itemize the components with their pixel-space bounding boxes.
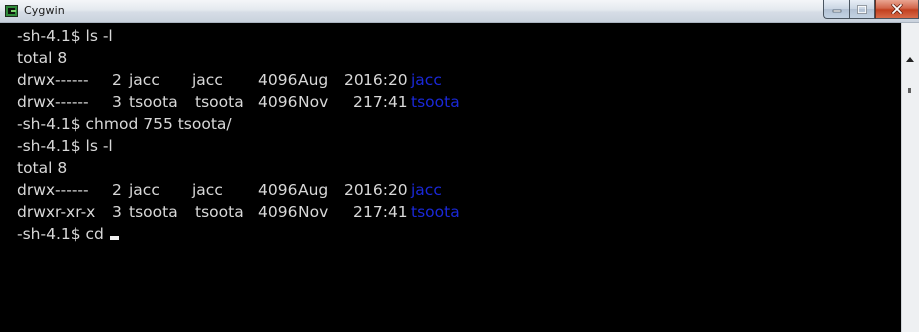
- scroll-thumb[interactable]: [908, 88, 911, 93]
- file-size: 4096: [258, 93, 298, 111]
- link-count: 3: [112, 93, 122, 111]
- terminal-line: total 8: [17, 157, 901, 179]
- owner: jacc: [129, 181, 160, 199]
- file-size: 4096: [258, 71, 298, 89]
- title-bar[interactable]: Cygwin: [0, 0, 919, 23]
- terminal-output[interactable]: -sh-4.1$ ls -l total 8 drwx------ 2 jacc…: [0, 23, 901, 332]
- permissions: drwx------: [17, 181, 89, 199]
- month: Aug: [298, 181, 329, 199]
- month: Aug: [298, 71, 329, 89]
- group: tsoota: [195, 93, 244, 111]
- minimize-icon: [832, 9, 841, 13]
- directory-name: jacc: [411, 71, 442, 89]
- listing-row: drwx------ 2 jacc jacc 4096 Aug 20 16:20…: [17, 69, 901, 91]
- day: 2: [353, 203, 363, 221]
- owner: tsoota: [129, 93, 178, 111]
- group: jacc: [192, 181, 223, 199]
- permissions: drwx------: [17, 71, 89, 89]
- directory-name: tsoota: [411, 203, 460, 221]
- directory-name: jacc: [411, 181, 442, 199]
- file-size: 4096: [258, 181, 298, 199]
- listing-row: drwx------ 3 tsoota tsoota 4096 Nov 2 17…: [17, 91, 901, 113]
- cygwin-icon: [5, 5, 18, 17]
- owner: tsoota: [129, 203, 178, 221]
- output-text: total 8: [17, 49, 68, 67]
- group: jacc: [192, 71, 223, 89]
- maximize-button[interactable]: [849, 0, 875, 19]
- directory-name: tsoota: [411, 93, 460, 111]
- month: Nov: [298, 93, 329, 111]
- time: 16:20: [363, 71, 408, 89]
- time: 17:41: [363, 93, 408, 111]
- maximize-icon: [857, 4, 867, 14]
- link-count: 3: [112, 203, 122, 221]
- command-text: -sh-4.1$ chmod 755 tsoota/: [17, 115, 232, 133]
- terminal-line: -sh-4.1$ ls -l: [17, 25, 901, 47]
- permissions: drwx------: [17, 93, 89, 111]
- command-text: -sh-4.1$ cd: [17, 225, 109, 243]
- text-cursor: [109, 236, 119, 240]
- listing-row: drwx------ 2 jacc jacc 4096 Aug 20 16:20…: [17, 179, 901, 201]
- terminal-line: -sh-4.1$ ls -l: [17, 135, 901, 157]
- day: 2: [353, 93, 363, 111]
- command-text: -sh-4.1$ ls -l: [17, 27, 113, 45]
- terminal-line: -sh-4.1$ chmod 755 tsoota/: [17, 113, 901, 135]
- day: 20: [344, 181, 364, 199]
- owner: jacc: [129, 71, 160, 89]
- permissions: drwxr-xr-x: [17, 203, 96, 221]
- close-button[interactable]: [875, 0, 919, 19]
- time: 17:41: [363, 203, 408, 221]
- time: 16:20: [363, 181, 408, 199]
- terminal-line: total 8: [17, 47, 901, 69]
- output-text: total 8: [17, 159, 68, 177]
- month: Nov: [298, 203, 329, 221]
- command-text: -sh-4.1$ ls -l: [17, 137, 113, 155]
- link-count: 2: [112, 181, 122, 199]
- window-title: Cygwin: [24, 4, 65, 17]
- file-size: 4096: [258, 203, 298, 221]
- group: tsoota: [195, 203, 244, 221]
- link-count: 2: [112, 71, 122, 89]
- caption-buttons: [823, 0, 919, 21]
- scroll-up-arrow-icon[interactable]: [906, 57, 914, 62]
- cygwin-window: Cygwin -sh-4.1$ ls -l total 8 drwx------…: [0, 0, 919, 332]
- terminal-prompt-line: -sh-4.1$ cd: [17, 223, 901, 245]
- day: 20: [344, 71, 364, 89]
- vertical-scrollbar[interactable]: [901, 23, 919, 332]
- listing-row: drwxr-xr-x 3 tsoota tsoota 4096 Nov 2 17…: [17, 201, 901, 223]
- minimize-button[interactable]: [823, 0, 849, 19]
- close-icon: [891, 4, 903, 14]
